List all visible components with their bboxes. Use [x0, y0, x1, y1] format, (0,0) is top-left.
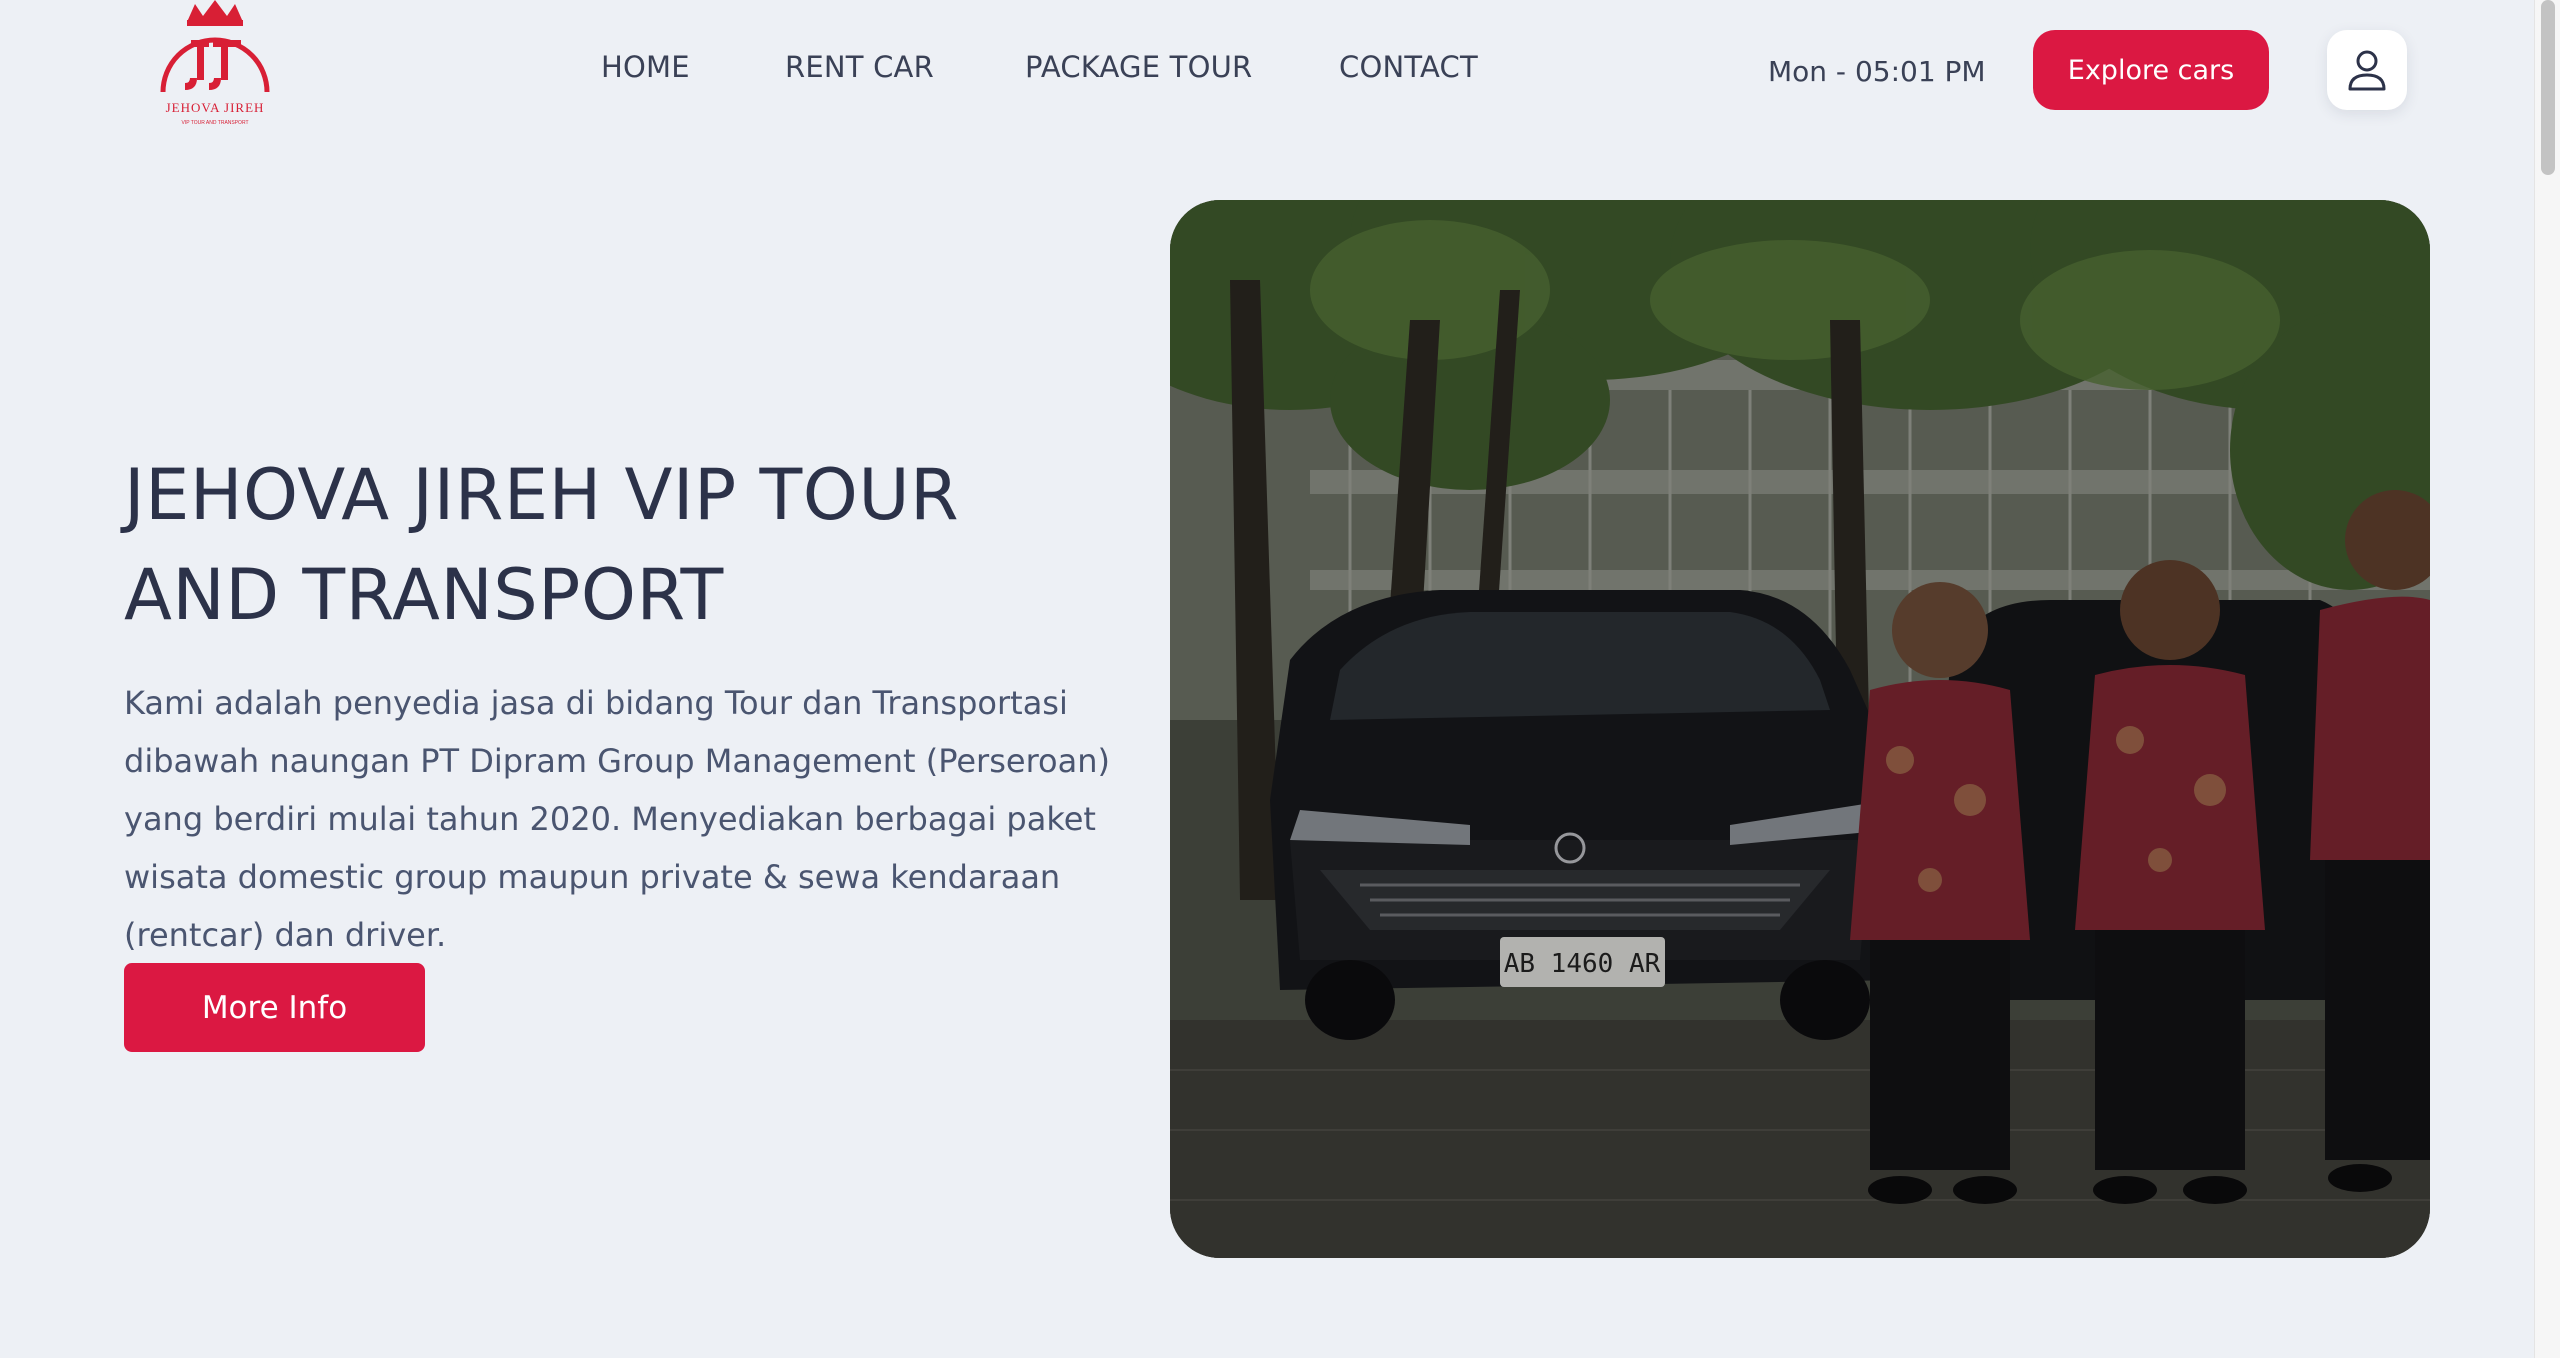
nav-contact[interactable]: CONTACT [1339, 50, 1478, 84]
hero-title-line-2: AND TRANSPORT [124, 554, 724, 636]
nav-rent-car[interactable]: RENT CAR [785, 50, 934, 84]
hero-photo: AB 1460 AR [1170, 200, 2430, 1258]
hero-title-line-1: JEHOVA JIREH VIP TOUR [124, 454, 960, 536]
logo-wordmark: JEHOVA JIREH [166, 100, 265, 115]
scrollbar-thumb[interactable] [2541, 0, 2555, 175]
more-info-button[interactable]: More Info [124, 963, 425, 1052]
explore-cars-button[interactable]: Explore cars [2033, 30, 2269, 110]
brand-logo[interactable]: JEHOVA JIREH VIP TOUR AND TRANSPORT [155, 0, 275, 135]
hero-photo-illustration: AB 1460 AR [1170, 200, 2430, 1258]
logo-tagline: VIP TOUR AND TRANSPORT [181, 120, 248, 126]
user-account-button[interactable] [2327, 30, 2407, 110]
nav-home[interactable]: HOME [601, 50, 690, 84]
page: JEHOVA JIREH VIP TOUR AND TRANSPORT HOME… [0, 0, 2560, 1358]
user-icon [2348, 50, 2386, 91]
hero-title: JEHOVA JIREH VIP TOUR AND TRANSPORT [124, 445, 1174, 645]
clock-display: Mon - 05:01 PM [1768, 55, 1986, 88]
page-scrollbar[interactable] [2534, 0, 2560, 1358]
nav-package-tour[interactable]: PACKAGE TOUR [1025, 50, 1252, 84]
hero-description: Kami adalah penyedia jasa di bidang Tour… [124, 684, 1110, 954]
